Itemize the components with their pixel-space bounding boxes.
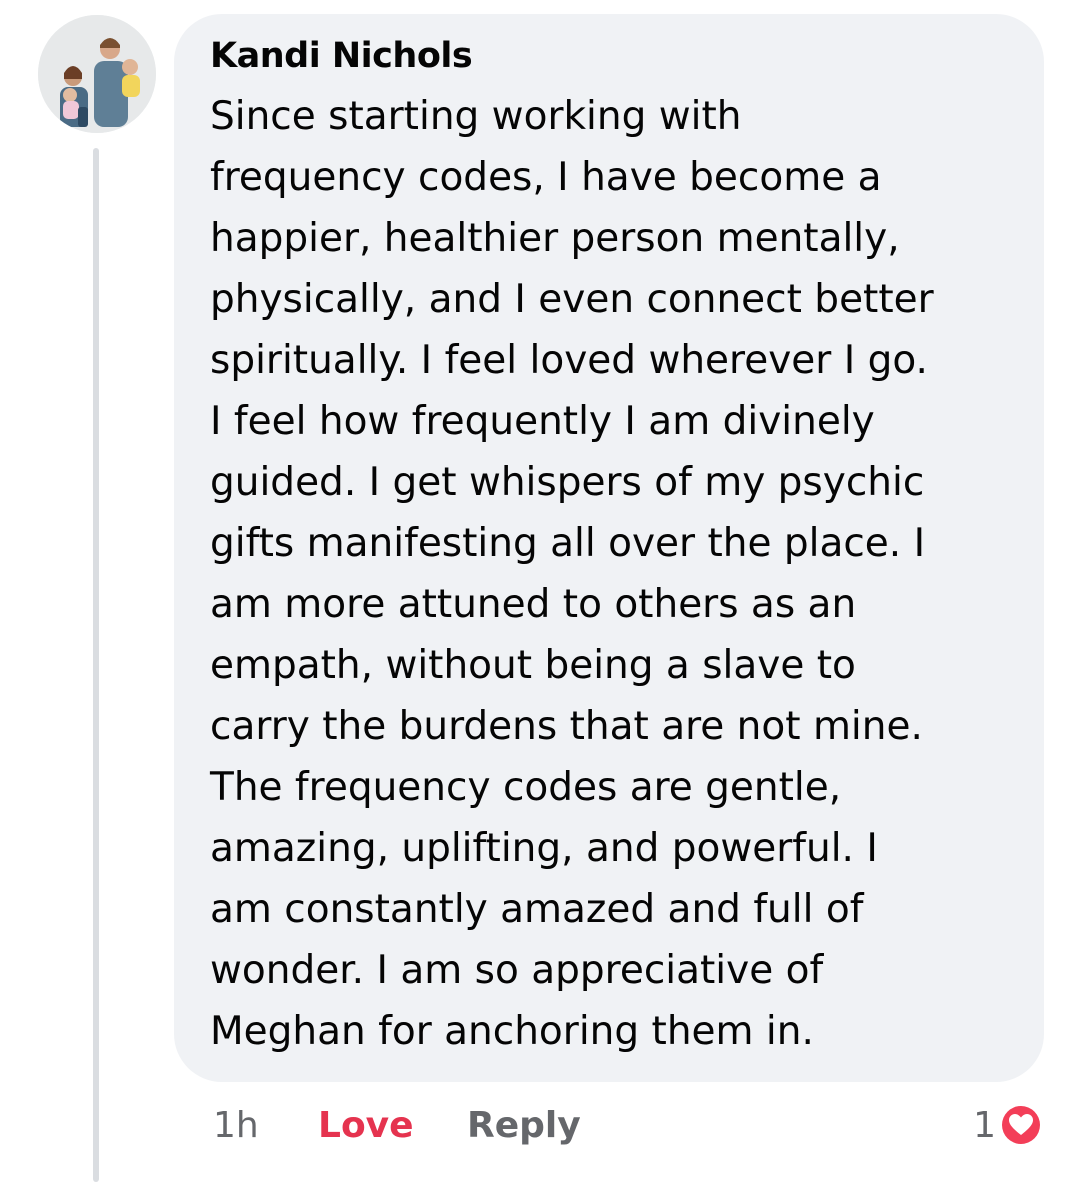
reaction-summary[interactable]: 1	[973, 1099, 1044, 1151]
thread-connector-line	[93, 148, 99, 1182]
reaction-count: 1	[973, 1104, 996, 1146]
comment-timestamp[interactable]: 1h	[213, 1100, 259, 1152]
love-reaction-icon	[999, 1103, 1043, 1147]
author-avatar[interactable]	[38, 15, 156, 133]
avatar-photo	[38, 15, 156, 133]
reply-button[interactable]: Reply	[467, 1100, 581, 1152]
comment-body-text: Since starting working with frequency co…	[210, 94, 934, 1054]
comment-bubble: Kandi Nichols Since starting working wit…	[174, 14, 1044, 1082]
love-reaction-button[interactable]: Love	[318, 1100, 414, 1152]
comment-actions-bar: 1h Love Reply	[0, 1100, 1080, 1160]
comment-author-name[interactable]: Kandi Nichols	[210, 36, 473, 76]
